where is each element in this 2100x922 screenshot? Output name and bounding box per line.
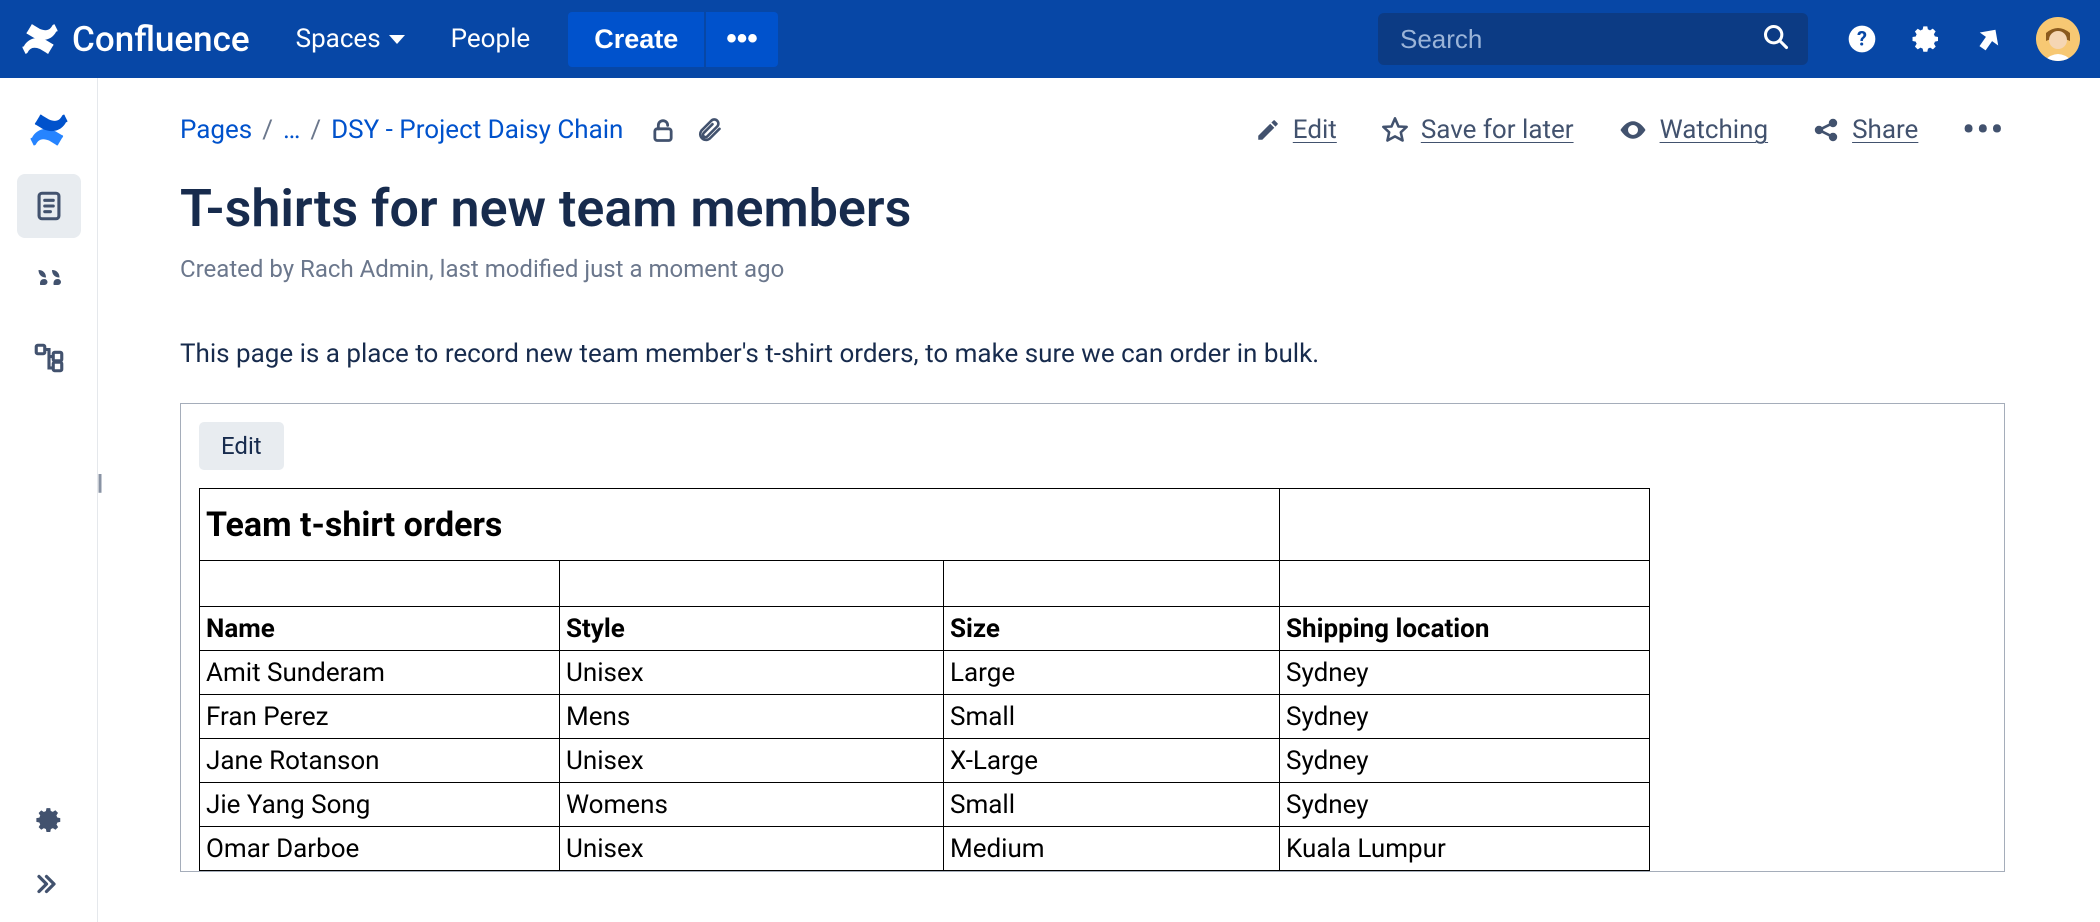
page-tree-button[interactable] [17, 326, 81, 390]
table-spacer-row [200, 561, 1650, 607]
cell-size: Medium [944, 827, 1280, 871]
nav-people-label: People [451, 24, 531, 54]
confluence-icon [20, 19, 60, 59]
cell-size: Large [944, 651, 1280, 695]
table-row: Fran Perez Mens Small Sydney [200, 695, 1650, 739]
cell-ship: Sydney [1280, 783, 1650, 827]
page-actions: Edit Save for later Watching [1255, 110, 2005, 150]
th-ship: Shipping location [1280, 607, 1650, 651]
page-main: Pages / … / DSY - Project Daisy Chain [98, 78, 2100, 922]
save-label: Save for later [1421, 115, 1574, 145]
space-logo-button[interactable] [17, 98, 81, 162]
cell-ship: Sydney [1280, 739, 1650, 783]
th-name: Name [200, 607, 560, 651]
embed-edit-button[interactable]: Edit [199, 422, 284, 470]
share-action[interactable]: Share [1812, 115, 1918, 145]
notifications-icon[interactable] [1974, 24, 2004, 54]
embedded-content-box: Edit Team t-shirt orders Name S [180, 403, 2005, 872]
cell-size: Small [944, 695, 1280, 739]
attachments-icon[interactable] [695, 116, 723, 144]
cell-style: Mens [560, 695, 944, 739]
save-for-later-action[interactable]: Save for later [1381, 115, 1574, 145]
crumb-parent[interactable]: DSY - Project Daisy Chain [331, 115, 623, 145]
cell-size: X-Large [944, 739, 1280, 783]
sidebar-resize-handle[interactable]: || [94, 458, 102, 508]
page-byline: Created by Rach Admin, last modified jus… [180, 255, 2005, 283]
table-row: Jane Rotanson Unisex X-Large Sydney [200, 739, 1650, 783]
gear-icon[interactable] [1910, 23, 1942, 55]
table-row: Jie Yang Song Womens Small Sydney [200, 783, 1650, 827]
cell-name: Amit Sunderam [200, 651, 560, 695]
crumb-pages[interactable]: Pages [180, 115, 252, 145]
cell-name: Jane Rotanson [200, 739, 560, 783]
watching-action[interactable]: Watching [1618, 115, 1769, 145]
create-button[interactable]: Create [568, 12, 704, 67]
orders-table: Team t-shirt orders Name Style Size Ship… [199, 488, 1650, 871]
cell-ship: Sydney [1280, 651, 1650, 695]
svg-text:?: ? [1857, 27, 1867, 51]
cell-name: Fran Perez [200, 695, 560, 739]
cell-size: Small [944, 783, 1280, 827]
table-title: Team t-shirt orders [200, 489, 1280, 561]
nav-people[interactable]: People [433, 16, 549, 62]
th-size: Size [944, 607, 1280, 651]
breadcrumb: Pages / … / DSY - Project Daisy Chain [180, 115, 723, 145]
crumb-sep: / [262, 115, 273, 145]
nav-spaces[interactable]: Spaces [278, 16, 423, 62]
table-row: Amit Sunderam Unisex Large Sydney [200, 651, 1650, 695]
th-style: Style [560, 607, 944, 651]
page-title: T-shirts for new team members [180, 178, 2005, 239]
cell-style: Unisex [560, 739, 944, 783]
search-wrap [1378, 13, 1808, 65]
cell-name: Omar Darboe [200, 827, 560, 871]
blog-button[interactable] [17, 250, 81, 314]
page-intro: This page is a place to record new team … [180, 339, 2005, 369]
share-label: Share [1852, 115, 1918, 145]
space-settings-button[interactable] [21, 792, 77, 848]
create-group: Create ••• [568, 12, 778, 67]
restrictions-icon[interactable] [649, 116, 677, 144]
watching-label: Watching [1660, 115, 1769, 145]
cell-style: Unisex [560, 827, 944, 871]
crumb-ellipsis[interactable]: … [283, 115, 300, 145]
cell-ship: Sydney [1280, 695, 1650, 739]
cell-style: Unisex [560, 651, 944, 695]
chevron-down-icon [389, 35, 405, 44]
confluence-logo[interactable]: Confluence [20, 19, 250, 60]
expand-sidebar-button[interactable] [21, 856, 77, 912]
table-title-empty [1280, 489, 1650, 561]
cell-name: Jie Yang Song [200, 783, 560, 827]
help-icon[interactable]: ? [1846, 23, 1878, 55]
table-header-row: Name Style Size Shipping location [200, 607, 1650, 651]
search-icon[interactable] [1762, 23, 1790, 55]
table-title-row: Team t-shirt orders [200, 489, 1650, 561]
nav-spaces-label: Spaces [296, 24, 381, 54]
top-nav: Confluence Spaces People Create ••• ? [0, 0, 2100, 78]
page-more-button[interactable]: ••• [1962, 110, 2005, 150]
app-name: Confluence [72, 19, 250, 60]
crumb-sep: / [310, 115, 321, 145]
table-row: Omar Darboe Unisex Medium Kuala Lumpur [200, 827, 1650, 871]
avatar[interactable] [2036, 17, 2080, 61]
pages-button[interactable] [17, 174, 81, 238]
page-top-row: Pages / … / DSY - Project Daisy Chain [180, 110, 2005, 150]
edit-label: Edit [1293, 115, 1337, 145]
cell-style: Womens [560, 783, 944, 827]
search-input[interactable] [1378, 13, 1808, 65]
edit-action[interactable]: Edit [1255, 115, 1337, 145]
create-more-button[interactable]: ••• [706, 12, 778, 67]
left-sidebar: || [0, 78, 98, 922]
nav-right-icons: ? [1846, 17, 2080, 61]
cell-ship: Kuala Lumpur [1280, 827, 1650, 871]
